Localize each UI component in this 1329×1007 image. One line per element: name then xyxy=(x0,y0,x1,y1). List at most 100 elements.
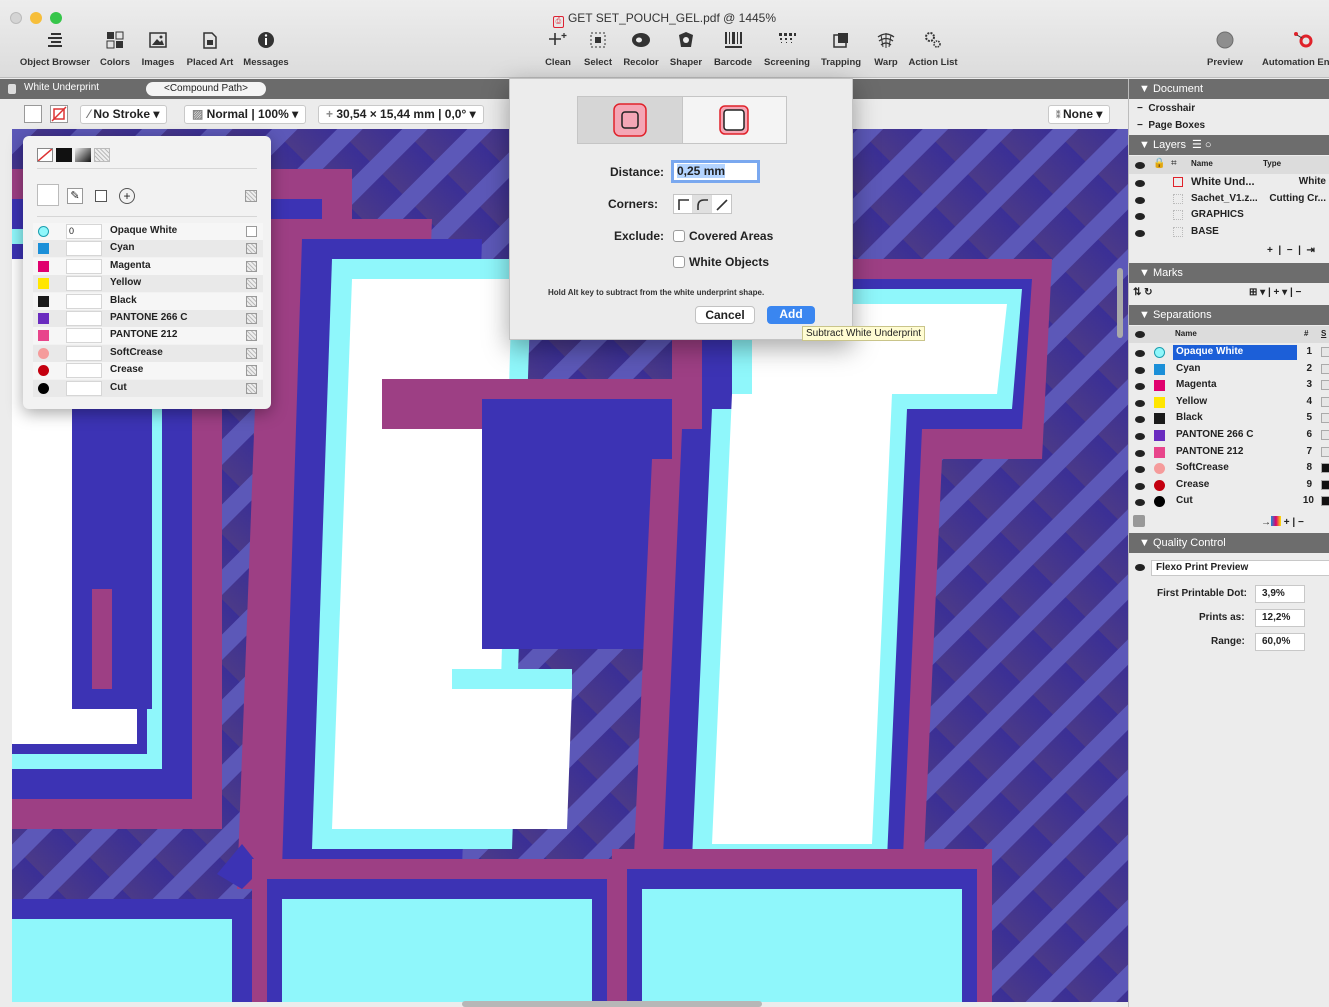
eye-icon[interactable] xyxy=(1135,449,1145,457)
vertical-scrollbar[interactable] xyxy=(1117,268,1123,338)
transform-dropdown[interactable]: + 30,54 × 15,44 mm | 0,0° ▾ xyxy=(318,105,484,124)
crosshair-item[interactable]: − Crosshair xyxy=(1137,103,1195,114)
eyedropper-icon[interactable]: ✎ xyxy=(67,188,83,204)
preview-mode-select[interactable]: Flexo Print Preview xyxy=(1151,560,1329,576)
overprint-toggle-icon[interactable] xyxy=(246,226,257,237)
swatch-row[interactable]: 0 Opaque White xyxy=(33,223,263,240)
separation-print-toggle[interactable] xyxy=(1321,430,1329,440)
none-fill-button[interactable] xyxy=(37,148,53,162)
separation-print-toggle[interactable] xyxy=(1321,363,1329,374)
layer-row[interactable]: White Und... White xyxy=(1129,174,1329,191)
circle-view-icon[interactable]: ○ xyxy=(1205,139,1212,151)
gradient-fill-button[interactable] xyxy=(75,148,91,162)
action-list-button[interactable]: Action List xyxy=(908,26,958,68)
eye-icon[interactable] xyxy=(1135,383,1145,391)
warp-button[interactable]: Warp xyxy=(872,26,900,68)
separation-print-toggle[interactable] xyxy=(1321,347,1329,357)
stroke-dropdown[interactable]: ⁄ No Stroke ▾ xyxy=(80,105,168,124)
layer-actions[interactable]: + | − | ⇥ xyxy=(1267,245,1315,256)
layers-section-header[interactable]: ▼ Layers ☰ ○ xyxy=(1129,135,1329,155)
current-layer-label[interactable]: White Underprint xyxy=(24,82,99,93)
horizontal-scrollbar[interactable] xyxy=(462,1001,762,1007)
swatch-row[interactable]: Black xyxy=(33,292,263,310)
select-button[interactable]: Select xyxy=(582,26,614,68)
overprint-icon[interactable] xyxy=(95,190,107,202)
recolor-button[interactable]: Recolor xyxy=(623,26,659,68)
pattern-fill-button[interactable] xyxy=(94,148,110,162)
overprint-toggle-icon[interactable] xyxy=(246,243,257,255)
eye-icon[interactable] xyxy=(1135,213,1145,221)
overprint-toggle-icon[interactable] xyxy=(246,260,257,272)
overprint-toggle-icon[interactable] xyxy=(246,313,257,324)
white-objects-checkbox[interactable] xyxy=(673,256,685,268)
page-boxes-item[interactable]: − Page Boxes xyxy=(1137,120,1205,131)
document-section-header[interactable]: ▼ Document xyxy=(1129,79,1329,99)
separation-row[interactable]: Cut 10 xyxy=(1129,493,1329,510)
automation-engine-button[interactable]: Automation Engi xyxy=(1262,26,1329,68)
swatch-row[interactable]: PANTONE 212 xyxy=(33,327,263,345)
eye-icon[interactable] xyxy=(1135,482,1145,490)
clean-button[interactable]: Clean xyxy=(542,26,574,68)
add-button[interactable]: Add xyxy=(767,306,815,324)
marks-actions[interactable]: ⊞ ▾ | + ▾ | − xyxy=(1249,287,1301,298)
overprint-toggle-icon[interactable] xyxy=(246,365,257,377)
preset-dropdown[interactable]: ⁑ None ▾ xyxy=(1048,105,1111,124)
sort-icon[interactable]: ⇅ ↻ xyxy=(1133,287,1153,298)
separation-print-toggle[interactable] xyxy=(1321,479,1329,490)
spread-mode-button[interactable] xyxy=(682,97,786,143)
cancel-button[interactable]: Cancel xyxy=(695,306,755,324)
fill-swatch[interactable] xyxy=(24,105,42,123)
separation-print-toggle[interactable] xyxy=(1321,380,1329,391)
eye-icon[interactable] xyxy=(1135,366,1145,374)
eye-icon[interactable] xyxy=(1135,350,1145,357)
eye-icon[interactable] xyxy=(1135,180,1145,187)
layer-row[interactable]: GRAPHICS xyxy=(1129,207,1329,224)
eye-icon[interactable] xyxy=(1135,466,1145,474)
shaper-button[interactable]: Shaper xyxy=(669,26,703,68)
choke-mode-button[interactable] xyxy=(578,97,683,143)
separation-row[interactable]: Yellow 4 xyxy=(1129,394,1329,411)
swatch-tint-field[interactable] xyxy=(66,293,102,309)
separation-row[interactable]: Magenta 3 xyxy=(1129,377,1329,394)
separation-print-toggle[interactable] xyxy=(1321,396,1329,407)
swatch-row[interactable]: PANTONE 266 C xyxy=(33,310,263,327)
swatch-tint-field[interactable] xyxy=(66,241,102,257)
swatch-tint-field[interactable] xyxy=(66,345,102,361)
marks-section-header[interactable]: ▼ Marks xyxy=(1129,263,1329,283)
swatch-tint-field[interactable]: 0 xyxy=(66,224,102,239)
separations-section-header[interactable]: ▼ Separations xyxy=(1129,305,1329,325)
eye-icon[interactable] xyxy=(1135,399,1145,407)
separation-row[interactable]: PANTONE 212 7 xyxy=(1129,444,1329,461)
swatch-tint-field[interactable] xyxy=(66,380,102,396)
lock-icon[interactable] xyxy=(1133,515,1145,527)
overprint-toggle-icon[interactable] xyxy=(246,347,257,359)
eye-icon[interactable] xyxy=(1135,564,1145,571)
eye-icon[interactable] xyxy=(1135,416,1145,424)
eye-icon[interactable] xyxy=(1135,433,1145,440)
quality-control-section-header[interactable]: ▼ Quality Control xyxy=(1129,533,1329,553)
separation-row[interactable]: Crease 9 xyxy=(1129,477,1329,494)
swatch-row[interactable]: Yellow xyxy=(33,275,263,293)
bevel-corner-button[interactable] xyxy=(712,195,731,213)
distance-input[interactable]: 0,25 mm xyxy=(671,160,760,183)
swatch-tint-field[interactable] xyxy=(66,363,102,379)
swatch-tint-field[interactable] xyxy=(66,276,102,292)
separation-row[interactable]: Black 5 xyxy=(1129,410,1329,427)
separation-print-toggle[interactable] xyxy=(1321,446,1329,457)
swatch-row[interactable]: Magenta xyxy=(33,257,263,275)
eye-icon[interactable] xyxy=(1135,229,1145,237)
swatch-row[interactable]: SoftCrease xyxy=(33,344,263,362)
messages-button[interactable]: Messages xyxy=(243,26,289,68)
solid-fill-button[interactable] xyxy=(56,148,72,162)
overprint-toggle-icon[interactable] xyxy=(246,330,257,342)
layer-row[interactable]: BASE xyxy=(1129,224,1329,241)
swatch-row[interactable]: Crease xyxy=(33,362,263,380)
target-icon[interactable]: + xyxy=(119,188,135,204)
separation-row[interactable]: SoftCrease 8 xyxy=(1129,460,1329,477)
stroke-swatch[interactable] xyxy=(50,105,68,123)
preview-button[interactable]: Preview xyxy=(1205,26,1245,68)
separation-actions[interactable]: → + | − xyxy=(1261,516,1304,528)
layer-row[interactable]: Sachet_V1.z... Cutting Cr... xyxy=(1129,191,1329,208)
underprint-mode-segmented[interactable] xyxy=(577,96,787,144)
swatch-row[interactable]: Cut xyxy=(33,379,263,397)
